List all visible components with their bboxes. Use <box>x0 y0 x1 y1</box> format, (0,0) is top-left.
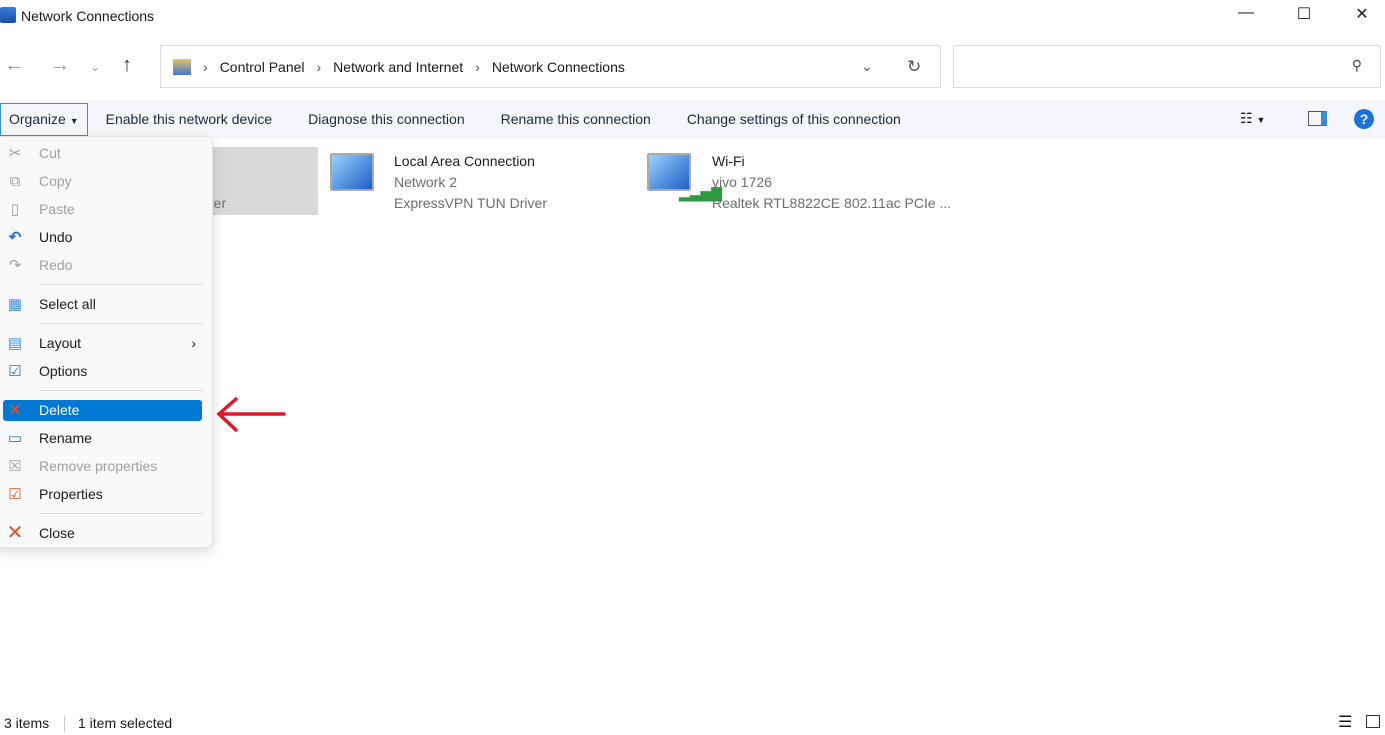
caret-down-icon: ▼ <box>69 115 79 126</box>
options-icon: ☑ <box>8 363 22 380</box>
chevron-right-icon: › <box>203 58 208 75</box>
connection-item-wifi[interactable]: ▂▃▅▇ Wi-Fi vivo 1726 Realtek RTL8822CE 8… <box>645 147 965 215</box>
change-settings-button[interactable]: Change settings of this connection <box>669 100 919 138</box>
connection-item-local-area[interactable]: Local Area Connection Network 2 ExpressV… <box>328 147 618 215</box>
menu-label: Cut <box>39 145 61 161</box>
scissors-icon: ✂ <box>8 145 22 162</box>
organize-label: Organize <box>9 110 66 127</box>
item-device: ExpressVPN TUN Driver <box>394 195 547 211</box>
status-selected: 1 item selected <box>78 715 173 731</box>
menu-separator <box>39 390 203 391</box>
search-input[interactable]: ⚲ <box>953 45 1381 88</box>
network-adapter-icon <box>330 153 374 191</box>
item-name: Local Area Connection <box>394 153 535 169</box>
menu-label: Delete <box>39 402 80 418</box>
menu-item-redo[interactable]: ↷ Redo <box>3 255 202 276</box>
menu-item-layout[interactable]: ▤ Layout › <box>3 333 202 354</box>
organize-menu: ✂ Cut ⧉ Copy ▯ Paste ↶ Undo ↷ Redo ▦ Select al… <box>0 136 213 548</box>
enable-device-button[interactable]: Enable this network device <box>88 100 291 138</box>
menu-item-remove-properties[interactable]: ☒ Remove properties <box>3 456 202 477</box>
chevron-right-icon: › <box>316 58 322 75</box>
recent-dropdown-button[interactable]: ⌄ <box>90 60 100 74</box>
menu-separator <box>39 284 203 285</box>
copy-icon: ⧉ <box>9 173 21 190</box>
close-window-button[interactable]: ✕ <box>1342 4 1382 28</box>
menu-item-undo[interactable]: ↶ Undo <box>3 227 202 248</box>
menu-item-select-all[interactable]: ▦ Select all <box>3 294 202 315</box>
menu-label: Properties <box>39 486 103 502</box>
menu-label: Options <box>39 363 88 379</box>
menu-label: Select all <box>39 296 96 312</box>
item-device: Realtek RTL8822CE 802.11ac PCIe ... <box>712 195 952 211</box>
menu-item-paste[interactable]: ▯ Paste <box>3 199 202 220</box>
diagnose-button[interactable]: Diagnose this connection <box>290 100 482 138</box>
close-icon: ✕ <box>6 522 24 544</box>
item-network: vivo 1726 <box>712 174 772 190</box>
menu-item-options[interactable]: ☑ Options <box>3 361 202 382</box>
command-bar: Organize ▼ Enable this network device Di… <box>0 100 1385 138</box>
menu-label: Rename <box>39 430 92 446</box>
up-button[interactable]: ↑ <box>122 54 132 77</box>
submenu-chevron-icon: › <box>191 335 196 351</box>
status-item-count: 3 items <box>4 715 50 731</box>
connection-item-selected[interactable]: pter <box>200 147 318 215</box>
breadcrumb-item[interactable]: Control Panel <box>220 59 305 75</box>
menu-item-copy[interactable]: ⧉ Copy <box>3 171 202 192</box>
back-button[interactable]: ← <box>4 54 24 77</box>
menu-separator <box>39 513 203 514</box>
organize-button[interactable]: Organize ▼ <box>0 102 88 136</box>
preview-pane-icon[interactable] <box>1308 111 1327 126</box>
breadcrumb-item[interactable]: Network Connections <box>492 59 625 75</box>
address-bar[interactable]: › Control Panel › Network and Internet ›… <box>160 45 941 88</box>
window-title: Network Connections <box>21 8 155 24</box>
delete-icon: ✕ <box>7 400 23 420</box>
tiles-view-icon[interactable] <box>1366 715 1380 728</box>
menu-item-rename[interactable]: ▭ Rename <box>3 428 202 449</box>
view-options-icon[interactable]: ☷ ▼ <box>1240 110 1265 127</box>
item-name: Wi-Fi <box>712 153 745 169</box>
menu-label: Redo <box>39 257 73 273</box>
menu-item-properties[interactable]: ☑ Properties <box>3 484 202 505</box>
status-divider <box>64 716 65 732</box>
minimize-button[interactable]: — <box>1226 4 1266 28</box>
menu-item-cut[interactable]: ✂ Cut <box>3 143 202 164</box>
redo-icon: ↷ <box>8 257 22 274</box>
help-icon[interactable]: ? <box>1354 109 1374 129</box>
address-dropdown-icon[interactable]: ⌄ <box>861 58 873 75</box>
menu-label: Remove properties <box>39 458 158 474</box>
annotation-arrow <box>216 397 286 432</box>
menu-item-delete[interactable]: ✕ Delete <box>3 400 202 421</box>
breadcrumb-item[interactable]: Network and Internet <box>333 59 463 75</box>
rename-icon: ▭ <box>7 430 23 447</box>
menu-separator <box>39 323 203 324</box>
item-network: Network 2 <box>394 174 458 190</box>
search-icon: ⚲ <box>1351 57 1362 73</box>
undo-icon: ↶ <box>8 229 22 246</box>
remove-properties-icon: ☒ <box>8 458 22 475</box>
menu-label: Layout <box>39 335 82 351</box>
menu-label: Undo <box>39 229 73 245</box>
control-panel-icon <box>173 58 191 75</box>
rename-connection-button[interactable]: Rename this connection <box>483 100 669 138</box>
chevron-right-icon: › <box>475 58 480 75</box>
menu-label: Paste <box>39 201 75 217</box>
select-all-icon: ▦ <box>7 296 23 313</box>
refresh-icon[interactable]: ↻ <box>907 57 921 77</box>
forward-button[interactable]: → <box>50 54 70 77</box>
menu-label: Copy <box>39 173 72 189</box>
layout-icon: ▤ <box>7 335 23 352</box>
maximize-button[interactable]: ☐ <box>1284 4 1324 28</box>
app-icon <box>0 7 16 23</box>
properties-icon: ☑ <box>8 486 22 503</box>
paste-icon: ▯ <box>10 201 20 218</box>
details-view-icon[interactable]: ☰ <box>1338 712 1352 732</box>
menu-label: Close <box>39 525 75 541</box>
menu-item-close[interactable]: ✕ Close <box>3 523 202 544</box>
